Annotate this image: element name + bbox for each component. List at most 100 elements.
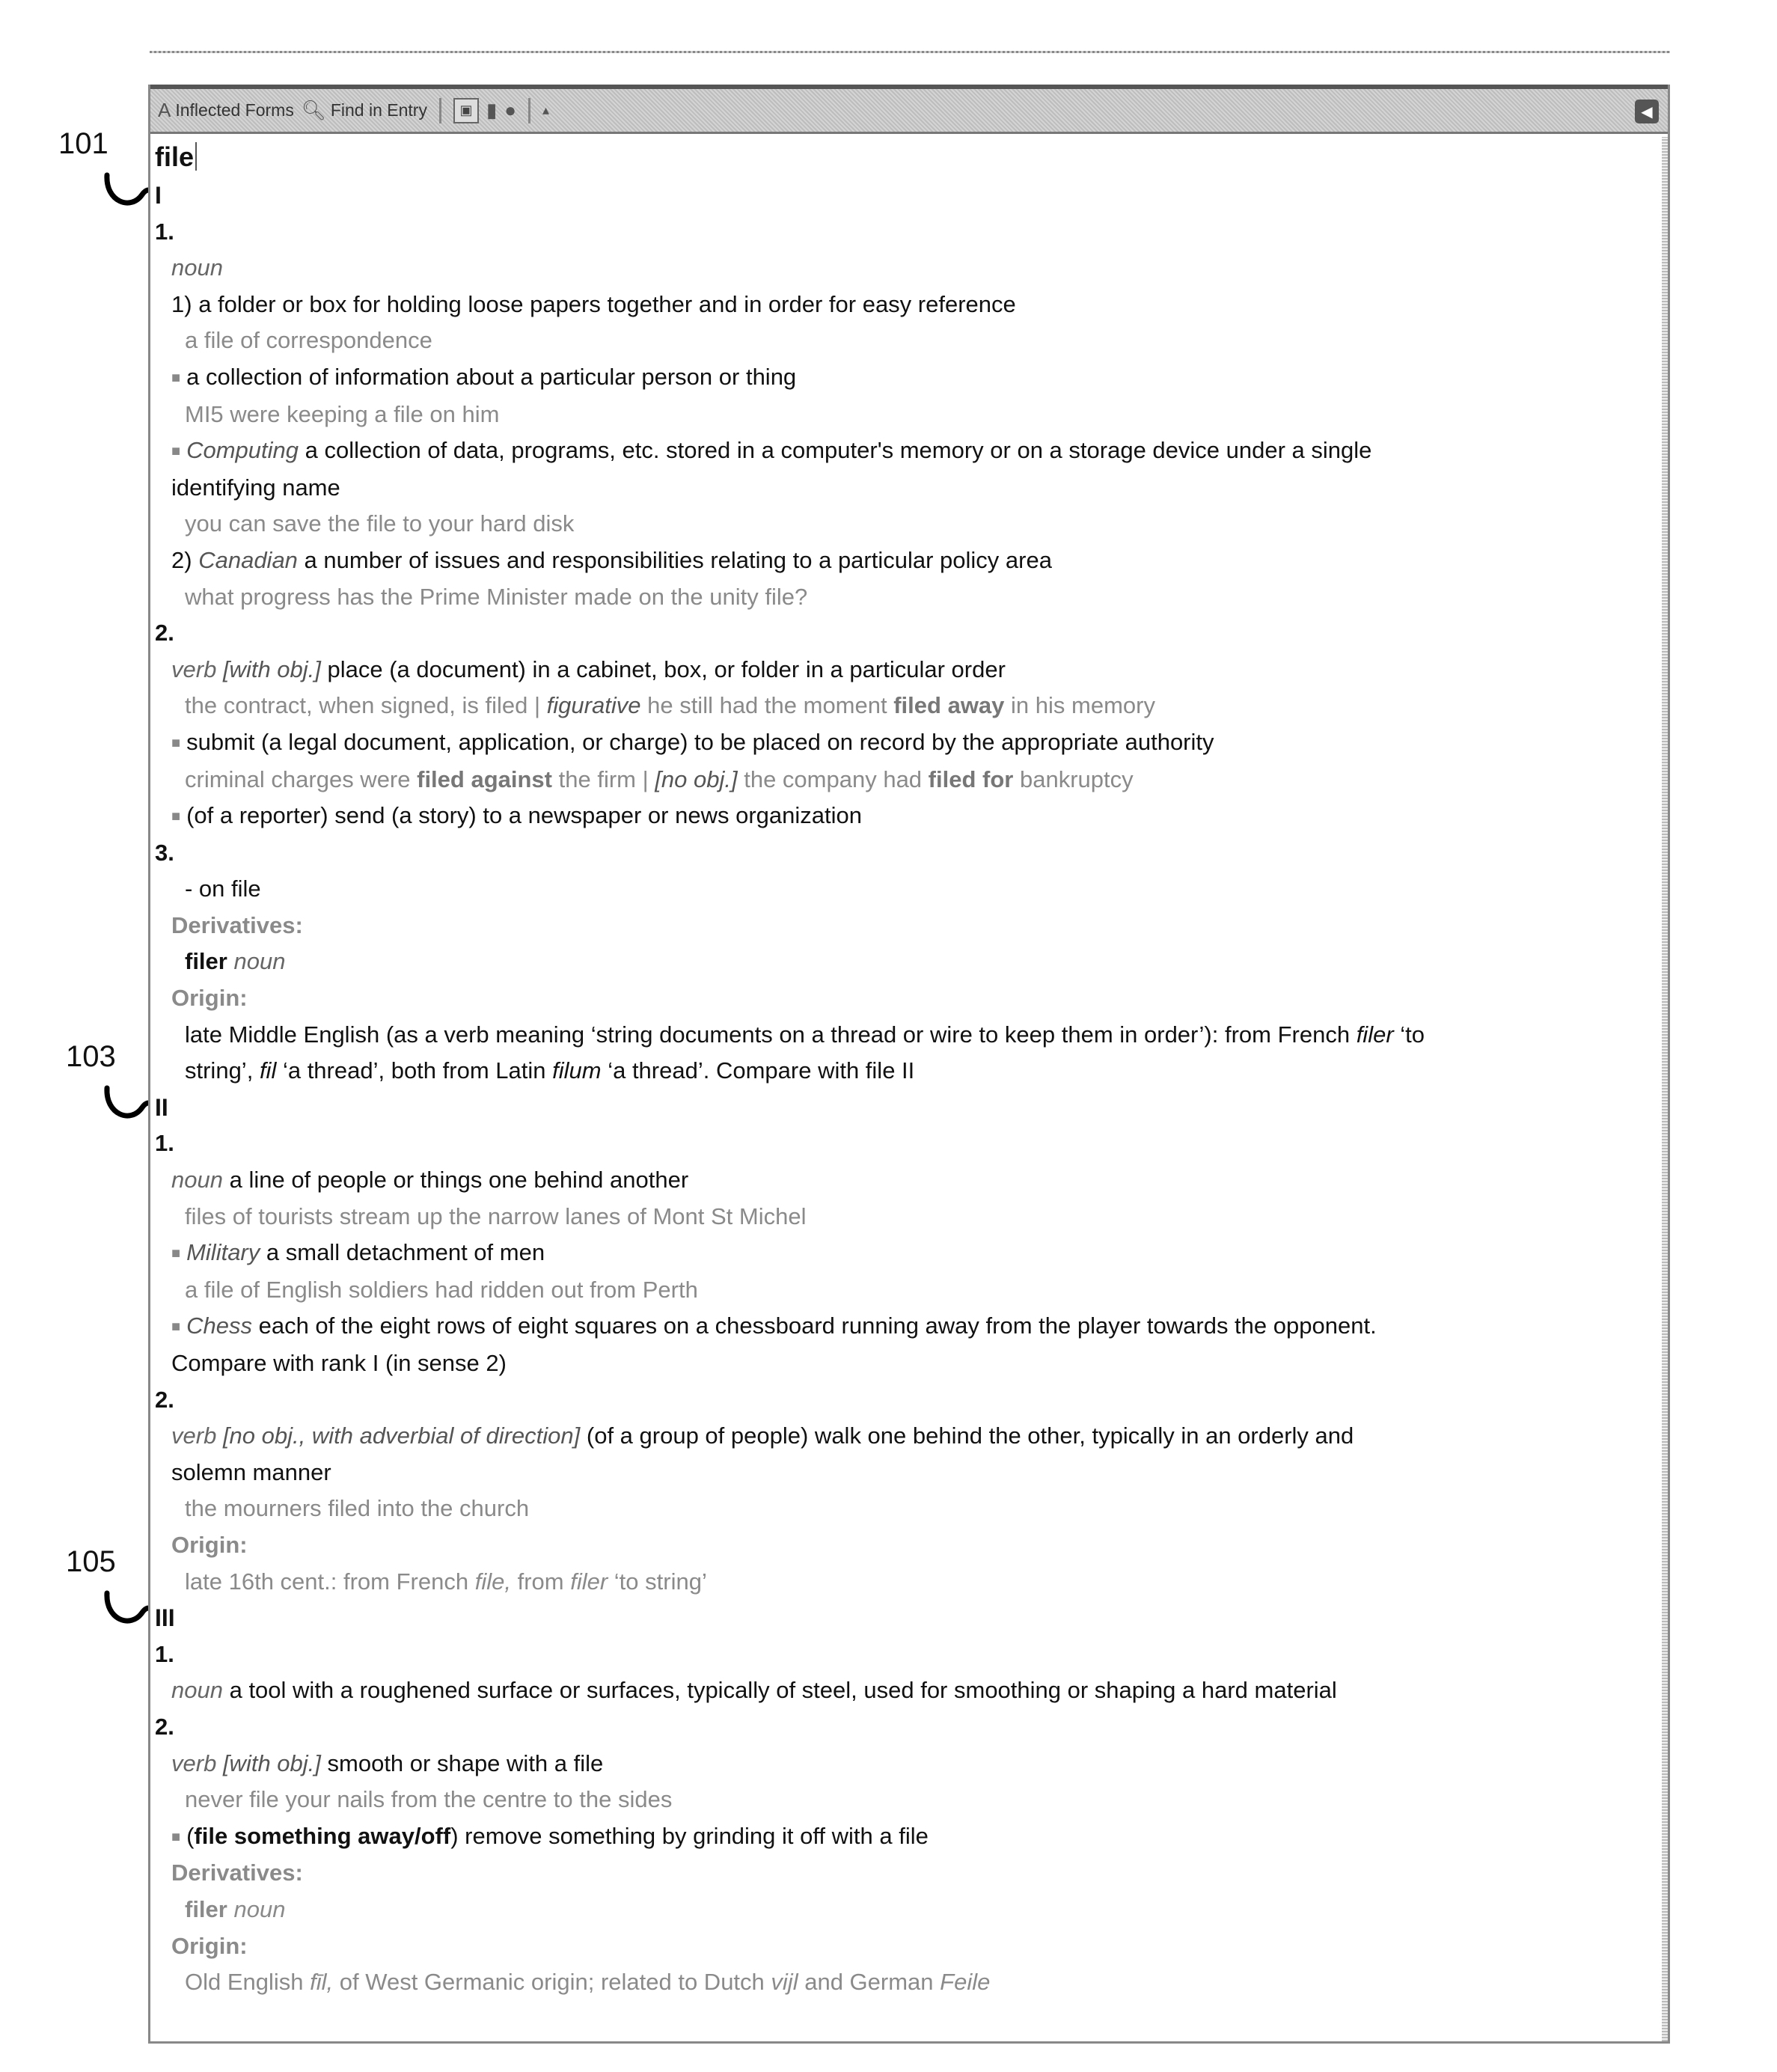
find-in-entry-button[interactable]: 🔍︎ Find in Entry <box>302 99 427 122</box>
origin-text: late 16th cent.: from French file, from … <box>155 1564 1653 1601</box>
bullet-icon: ■ <box>171 369 181 386</box>
origin-text: Old English fīl, of West Germanic origin… <box>155 1964 1653 2001</box>
definition: ■ (file something away/off) remove someth… <box>155 1818 1653 1856</box>
definition: ■ Chess each of the eight rows of eight s… <box>155 1308 1653 1345</box>
origin-text: string’, fil ‘a thread’, both from Latin… <box>155 1053 1653 1090</box>
sense-number: 1. <box>155 1130 174 1157</box>
origin-heading: Origin: <box>171 1932 248 1959</box>
example-text: bankruptcy <box>1019 765 1134 792</box>
grammar-label: [no obj.] <box>655 765 738 792</box>
definition: noun a line of people or things one behi… <box>155 1162 1653 1199</box>
part-of-speech: noun <box>171 1167 223 1194</box>
sense-number: 2. <box>155 620 174 647</box>
mortarboard-icon[interactable]: ● <box>504 99 516 122</box>
part-of-speech: verb <box>171 1422 217 1449</box>
definition: verb [with obj.] place (a document) in a… <box>155 652 1653 688</box>
speaker-icon[interactable]: ▴ <box>542 103 549 118</box>
definition: ■ Computing a collection of data, program… <box>155 433 1653 470</box>
bullet-icon: ■ <box>171 1318 181 1336</box>
part-of-speech: noun <box>171 1677 223 1704</box>
origin-text-part: of West Germanic origin; related to Dutc… <box>339 1969 765 1996</box>
derivative-word: filer <box>185 948 227 975</box>
homograph-numeral: III <box>155 1604 175 1632</box>
sense-number: 2. <box>155 1386 174 1413</box>
etymon: fil <box>259 1057 277 1084</box>
example-text: he still had the moment <box>647 692 887 719</box>
top-divider <box>150 51 1670 53</box>
ref-label-103: 103 <box>66 1040 116 1073</box>
etymon: file, <box>474 1568 511 1595</box>
definition: verb [no obj., with adverbial of directi… <box>155 1418 1653 1455</box>
bullet-icon: ■ <box>171 734 181 751</box>
back-icon: ◀ <box>1641 103 1653 120</box>
subject-label: Military <box>186 1239 260 1266</box>
inflected-forms-button[interactable]: A Inflected Forms <box>158 99 294 122</box>
definition-text: a small detachment of men <box>266 1239 545 1266</box>
definition-continuation: Compare with rank I (in sense 2) <box>171 1350 507 1376</box>
origin-text-part: string’, <box>185 1057 254 1084</box>
definition-text: submit (a legal document, application, o… <box>186 728 1214 755</box>
letter-a-icon: A <box>158 99 171 121</box>
ref-label-101: 101 <box>58 127 108 160</box>
derivative: filer noun <box>155 1892 1653 1928</box>
cross-reference-link[interactable]: ‘a thread’. Compare with file II <box>608 1057 914 1084</box>
grammar-label: [with obj.] <box>222 655 321 682</box>
binoculars-icon: 🔍︎ <box>301 99 326 121</box>
sense-number: 2. <box>155 1713 174 1740</box>
book-icon[interactable]: ▮ <box>486 99 497 122</box>
vertical-scrollbar[interactable] <box>1662 137 1668 2041</box>
definition-text: a collection of data, programs, etc. sto… <box>305 437 1372 464</box>
origin-text-part: late Middle English (as a verb meaning ‘… <box>185 1021 1351 1048</box>
example: the mourners filed into the church <box>185 1495 530 1522</box>
part-of-speech: verb <box>171 655 217 682</box>
origin-heading: Origin: <box>171 985 248 1012</box>
definition-continuation: identifying name <box>171 474 340 501</box>
definition-text: ( <box>186 1822 195 1849</box>
example: you can save the file to your hard disk <box>185 510 575 537</box>
etymon: vijl <box>771 1969 798 1996</box>
bullet-icon: ■ <box>171 1828 181 1845</box>
definition: noun a tool with a roughened surface or … <box>155 1672 1653 1709</box>
origin-text-part: ‘to <box>1400 1021 1425 1048</box>
etymon: filer <box>570 1568 608 1595</box>
origin-text-part: Old English <box>185 1969 304 1996</box>
origin-text-part: from <box>517 1568 564 1595</box>
example: MI5 were keeping a file on him <box>185 400 500 427</box>
homograph-numeral: I <box>155 182 162 209</box>
back-button[interactable]: ◀ <box>1635 100 1659 123</box>
definition-text: a folder or box for holding loose papers… <box>198 290 1016 317</box>
homograph-numeral: II <box>155 1093 168 1121</box>
phrasal-highlight: filed away <box>893 692 1005 719</box>
region-label: Canadian <box>198 546 298 573</box>
headword-text: file <box>155 141 195 172</box>
definition-text: smooth or shape with a file <box>327 1749 604 1776</box>
definition: verb [with obj.] smooth or shape with a … <box>155 1746 1653 1782</box>
view-button[interactable]: ▣ <box>453 97 479 123</box>
part-of-speech: verb <box>171 1749 217 1776</box>
example: never file your nails from the centre to… <box>185 1786 673 1813</box>
toolbar: A Inflected Forms 🔍︎ Find in Entry ▣ ▮ ●… <box>150 85 1668 134</box>
definition: ■ (of a reporter) send (a story) to a new… <box>155 798 1653 835</box>
derivative-word: filer <box>185 1895 227 1922</box>
toolbar-separator <box>438 97 441 123</box>
origin-heading: Origin: <box>171 1531 248 1558</box>
origin-text: late Middle English (as a verb meaning ‘… <box>155 1017 1653 1054</box>
grammar-label: [no obj., with adverbial of direction] <box>222 1422 581 1449</box>
example: a file of correspondence <box>185 327 432 354</box>
origin-text-part: and German <box>804 1969 934 1996</box>
definition-text: each of the eight rows of eight squares … <box>258 1312 1377 1339</box>
definition: ■ submit (a legal document, application, … <box>155 724 1653 762</box>
bullet-icon: ■ <box>171 443 181 460</box>
text-caret <box>195 142 198 171</box>
example-text: the contract, when signed, is filed | <box>185 692 541 719</box>
grammar-label: [with obj.] <box>222 1749 321 1776</box>
definition-text: (of a group of people) walk one behind t… <box>586 1422 1354 1449</box>
definition-continuation: solemn manner <box>171 1458 331 1485</box>
headword-input[interactable]: file <box>155 137 1653 177</box>
example-text: criminal charges were <box>185 765 411 792</box>
subject-label: Computing <box>186 437 299 464</box>
entry-content: file I 1. noun 1) a folder or box for ho… <box>155 137 1653 2041</box>
example: what progress has the Prime Minister mad… <box>185 583 808 610</box>
definition-text: a line of people or things one behind an… <box>229 1167 689 1194</box>
view-icon: ▣ <box>459 103 473 117</box>
